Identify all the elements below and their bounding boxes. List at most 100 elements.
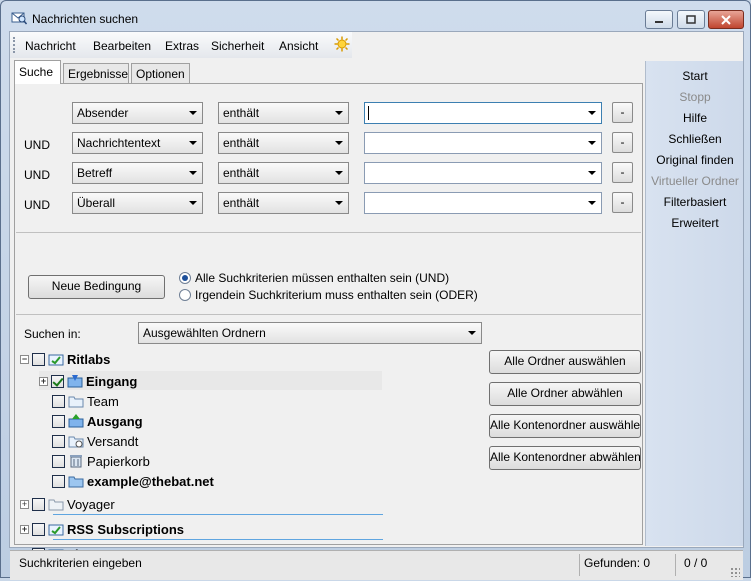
trash-icon	[70, 455, 82, 468]
folder-checkbox[interactable]	[52, 434, 65, 448]
condition-operator-select[interactable]: enthält	[218, 162, 349, 184]
menu-bearbeiten[interactable]: Bearbeiten	[93, 39, 151, 53]
minimize-icon	[655, 20, 663, 23]
condition-value-input[interactable]	[364, 102, 602, 124]
account-icon	[48, 524, 64, 536]
virtual-folder-action: Virtueller Ordner	[651, 174, 739, 188]
dropdown-arrow-icon	[588, 171, 596, 175]
condition-value-input[interactable]	[364, 162, 602, 184]
help-action[interactable]: Hilfe	[646, 111, 744, 125]
find-messages-icon	[11, 12, 27, 25]
tree-item-voyager[interactable]: + Voyager	[20, 494, 115, 514]
status-separator	[579, 554, 580, 576]
condition-value-input[interactable]	[364, 192, 602, 214]
folder-checkbox[interactable]	[52, 474, 65, 488]
maximize-icon	[686, 15, 696, 24]
tree-item-eingang[interactable]: + Eingang	[39, 371, 137, 391]
folder-checkbox[interactable]	[32, 522, 45, 536]
remove-condition-button[interactable]: -	[612, 132, 633, 153]
window-title: Nachrichten suchen	[32, 12, 139, 26]
condition-operator-select[interactable]: enthält	[218, 192, 349, 214]
condition-field-select[interactable]: Nachrichtentext	[72, 132, 203, 154]
folder-label: RSS Subscriptions	[67, 521, 185, 537]
folder-checkbox[interactable]	[52, 414, 65, 428]
condition-value-input[interactable]	[364, 132, 602, 154]
tree-item-example-account[interactable]: example@thebat.net	[52, 471, 214, 491]
dropdown-arrow-icon	[335, 171, 343, 175]
deselect-all-folders-button[interactable]: Alle Ordner abwählen	[489, 382, 641, 406]
menu-ansicht[interactable]: Ansicht	[279, 39, 318, 53]
folder-icon	[48, 499, 64, 511]
condition-field-value: Betreff	[77, 166, 113, 180]
expand-icon[interactable]: +	[39, 376, 48, 386]
minimize-button[interactable]	[645, 10, 673, 29]
folder-label: Voyager	[67, 496, 115, 512]
outbox-icon	[68, 414, 84, 428]
expand-icon[interactable]: +	[20, 524, 29, 534]
folder-checkbox[interactable]	[51, 374, 64, 388]
condition-field-select[interactable]: Überall	[72, 192, 203, 214]
dropdown-arrow-icon	[588, 201, 596, 205]
action-panel: Start Stopp Hilfe Schließen Original fin…	[645, 61, 743, 546]
search-in-label: Suchen in:	[24, 327, 81, 341]
find-original-action[interactable]: Original finden	[646, 153, 744, 167]
select-all-folders-button[interactable]: Alle Ordner auswählen	[489, 350, 641, 374]
remove-condition-button[interactable]: -	[612, 162, 633, 183]
menu-nachricht[interactable]: Nachricht	[25, 39, 76, 53]
dropdown-arrow-icon	[588, 111, 596, 115]
maximize-button[interactable]	[677, 10, 705, 29]
tree-item-rss-subscriptions[interactable]: + RSS Subscriptions	[20, 519, 184, 539]
condition-conjunction: UND	[24, 198, 50, 212]
status-separator	[675, 554, 676, 576]
tab-optionen[interactable]: Optionen	[131, 63, 190, 83]
title-bar[interactable]: Nachrichten suchen	[1, 1, 750, 31]
tree-item-team[interactable]: Team	[52, 391, 119, 411]
select-all-account-folders-button[interactable]: Alle Kontenordner auswählen	[489, 414, 641, 438]
remove-condition-button[interactable]: -	[612, 192, 633, 213]
condition-conjunction: UND	[24, 138, 50, 152]
dropdown-arrow-icon	[189, 111, 197, 115]
close-action[interactable]: Schließen	[646, 132, 744, 146]
condition-field-select[interactable]: Betreff	[72, 162, 203, 184]
advanced-action[interactable]: Erweitert	[646, 216, 744, 230]
condition-operator-select[interactable]: enthält	[218, 102, 349, 124]
match-any-radio[interactable]: Irgendein Suchkriterium muss enthalten s…	[179, 288, 478, 302]
folder-checkbox[interactable]	[52, 394, 65, 408]
resize-grip[interactable]	[730, 567, 740, 577]
dropdown-arrow-icon	[335, 201, 343, 205]
folder-label: Versandt	[87, 433, 139, 449]
sun-icon[interactable]	[334, 36, 350, 52]
match-all-radio[interactable]: Alle Suchkriterien müssen enthalten sein…	[179, 271, 449, 285]
dropdown-arrow-icon	[468, 331, 476, 335]
close-button[interactable]	[708, 10, 744, 29]
search-in-select[interactable]: Ausgewählten Ordnern	[138, 322, 482, 344]
start-action[interactable]: Start	[646, 69, 744, 83]
folder-checkbox[interactable]	[32, 497, 45, 511]
folder-checkbox[interactable]	[52, 454, 65, 468]
tab-ergebnisse[interactable]: Ergebnisse	[63, 63, 129, 83]
tree-item-versandt[interactable]: Versandt	[52, 431, 138, 451]
filter-based-action[interactable]: Filterbasiert	[646, 195, 744, 209]
condition-row: UND Nachrichtentext enthält -	[16, 132, 641, 156]
folder-checkbox[interactable]	[32, 352, 45, 366]
condition-row: UND Überall enthält -	[16, 192, 641, 216]
tree-item-papierkorb[interactable]: Papierkorb	[52, 451, 150, 471]
condition-operator-select[interactable]: enthält	[218, 132, 349, 154]
new-condition-button[interactable]: Neue Bedingung	[28, 275, 165, 299]
toolbar-grip[interactable]	[13, 37, 16, 53]
folder-label: Eingang	[86, 373, 138, 389]
tree-item-ritlabs[interactable]: − Ritlabs	[20, 349, 110, 369]
menu-extras[interactable]: Extras	[165, 39, 199, 53]
condition-operator-value: enthält	[223, 166, 260, 180]
condition-operator-value: enthält	[223, 136, 260, 150]
folder-label: Papierkorb	[87, 453, 150, 469]
condition-field-select[interactable]: Absender	[72, 102, 203, 124]
tab-suche[interactable]: Suche	[14, 60, 61, 84]
collapse-icon[interactable]: −	[20, 354, 29, 364]
remove-condition-button[interactable]: -	[612, 102, 633, 123]
menu-sicherheit[interactable]: Sicherheit	[211, 39, 264, 53]
expand-icon[interactable]: +	[20, 499, 29, 509]
deselect-all-account-folders-button[interactable]: Alle Kontenordner abwählen	[489, 446, 641, 470]
condition-operator-value: enthält	[223, 106, 260, 120]
tree-item-ausgang[interactable]: Ausgang	[52, 411, 143, 431]
